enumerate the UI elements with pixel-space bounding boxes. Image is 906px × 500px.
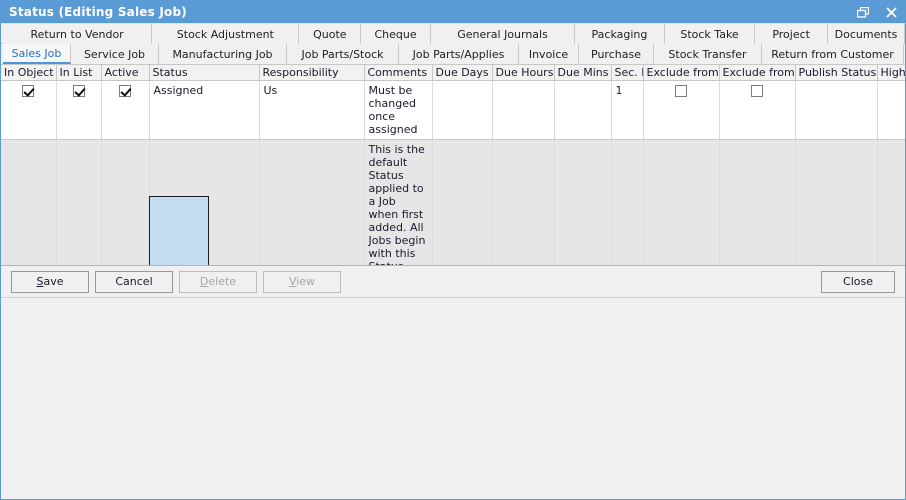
cell-responsibility[interactable]: Us [259,139,365,265]
cell-active[interactable] [101,139,150,265]
status-editing-window: Status (Editing Sales Job) Return to Ven… [0,0,906,500]
window-title: Status (Editing Sales Job) [9,5,187,19]
cell-due-mins[interactable] [554,80,612,140]
tab-quote[interactable]: Quote [299,24,362,45]
tab-manufacturing-job[interactable]: Manufacturing Job [159,44,287,64]
cell-exclude-from-1[interactable] [643,139,720,265]
column-header-exclude-from-2[interactable]: Exclude from [719,65,796,81]
cell-comments[interactable]: Must be changed once assigned [364,80,433,140]
selected-status-cell[interactable] [149,196,209,265]
tab-job-parts-stock[interactable]: Job Parts/Stock [287,44,399,64]
cell-due-hours[interactable] [492,80,555,140]
tab-return-to-vendor[interactable]: Return to Vendor [3,24,153,45]
tab-documents[interactable]: Documents [828,24,905,45]
column-header-highlight-in-list[interactable]: Highlight In List [877,65,905,81]
column-header-comments[interactable]: Comments [364,65,433,81]
tab-stock-take[interactable]: Stock Take [664,24,756,45]
save-button[interactable]: Save [11,270,89,293]
status-grid[interactable]: In Object In List Active Status Responsibili… [1,65,905,266]
table-row[interactable]: Assigned Us Must be changed once assigned 1 [1,80,905,140]
cancel-button[interactable]: Cancel [95,270,173,293]
cell-in-object[interactable] [1,80,57,140]
cell-due-mins[interactable] [554,139,612,265]
cell-publish-status[interactable] [795,139,878,265]
tab-stock-adjustment[interactable]: Stock Adjustment [152,24,300,45]
column-header-status[interactable]: Status [149,65,260,81]
tab-packaging[interactable]: Packaging [575,24,665,45]
tab-return-from-customer[interactable]: Return from Customer [762,44,904,64]
tab-cheque[interactable]: Cheque [361,24,431,45]
tab-service-job[interactable]: Service Job [71,44,159,64]
tab-invoice[interactable]: Invoice [519,44,579,64]
cell-publish-status[interactable] [795,80,878,140]
cell-exclude-from-2[interactable] [719,80,796,140]
cell-in-object[interactable] [1,139,57,265]
column-header-due-hours[interactable]: Due Hours [492,65,555,81]
window-titlebar: Status (Editing Sales Job) [1,1,905,23]
checkbox-in-object[interactable] [22,85,35,97]
column-header-active[interactable]: Active [101,65,150,81]
checkbox-in-list[interactable] [72,85,85,97]
cell-exclude-from-2[interactable] [719,139,796,265]
cell-sec-l[interactable] [611,139,644,265]
column-header-in-object[interactable]: In Object [1,65,57,81]
checkbox-exclude-from-1[interactable] [675,85,687,97]
tab-general-journals[interactable]: General Journals [430,24,576,45]
column-header-due-mins[interactable]: Due Mins [554,65,612,81]
cell-due-days[interactable] [432,80,493,140]
status-table: In Object In List Active Status Responsibili… [1,65,905,265]
column-header-responsibility[interactable]: Responsibility [259,65,365,81]
column-header-exclude-from-1[interactable]: Exclude from [643,65,720,81]
column-header-publish-status[interactable]: Publish Status [795,65,878,81]
checkbox-exclude-from-2[interactable] [751,85,763,97]
tabbar-secondary[interactable]: Sales Job Service Job Manufacturing Job Job… [1,44,905,65]
cell-status[interactable]: Assigned [149,80,260,140]
cell-due-hours[interactable] [492,139,555,265]
tabbar-primary[interactable]: Return to Vendor Stock Adjustment Quote Che… [1,23,905,45]
view-button: View [263,270,341,293]
cell-active[interactable] [101,80,150,140]
table-header-row: In Object In List Active Status Responsibili… [1,65,905,81]
cell-in-list[interactable] [56,80,102,140]
cell-exclude-from-1[interactable] [643,80,720,140]
tab-purchase[interactable]: Purchase [579,44,654,64]
column-header-in-list[interactable]: In List [56,65,102,81]
column-header-due-days[interactable]: Due Days [432,65,493,81]
close-icon[interactable] [877,1,905,23]
tab-project[interactable]: Project [755,24,828,45]
close-button[interactable]: Close [821,270,895,293]
delete-button: Delete [179,270,257,293]
column-header-sec-l[interactable]: Sec. L [611,65,644,81]
cell-highlight-in-list[interactable] [877,139,905,265]
checkbox-active[interactable] [119,85,131,97]
cell-in-list[interactable] [56,139,102,265]
cell-comments[interactable]: This is the default Status applied to a … [364,139,433,265]
cell-highlight-in-list[interactable] [877,80,905,140]
cell-responsibility[interactable]: Us [259,80,365,140]
table-row[interactable]: UsThis is the default Status applied to … [1,139,905,265]
tab-stock-transfer[interactable]: Stock Transfer [654,44,762,64]
action-buttonbar: Save Cancel Delete View Close [1,266,905,298]
status-detail-form: Status Booked Security Level 1 Edit Secu… [1,298,905,499]
cell-sec-l[interactable]: 1 [611,80,644,140]
tab-job-parts-applies[interactable]: Job Parts/Applies [399,44,519,64]
restore-icon[interactable] [849,1,877,23]
cell-due-days[interactable] [432,139,493,265]
tab-sales-job[interactable]: Sales Job [3,44,71,64]
